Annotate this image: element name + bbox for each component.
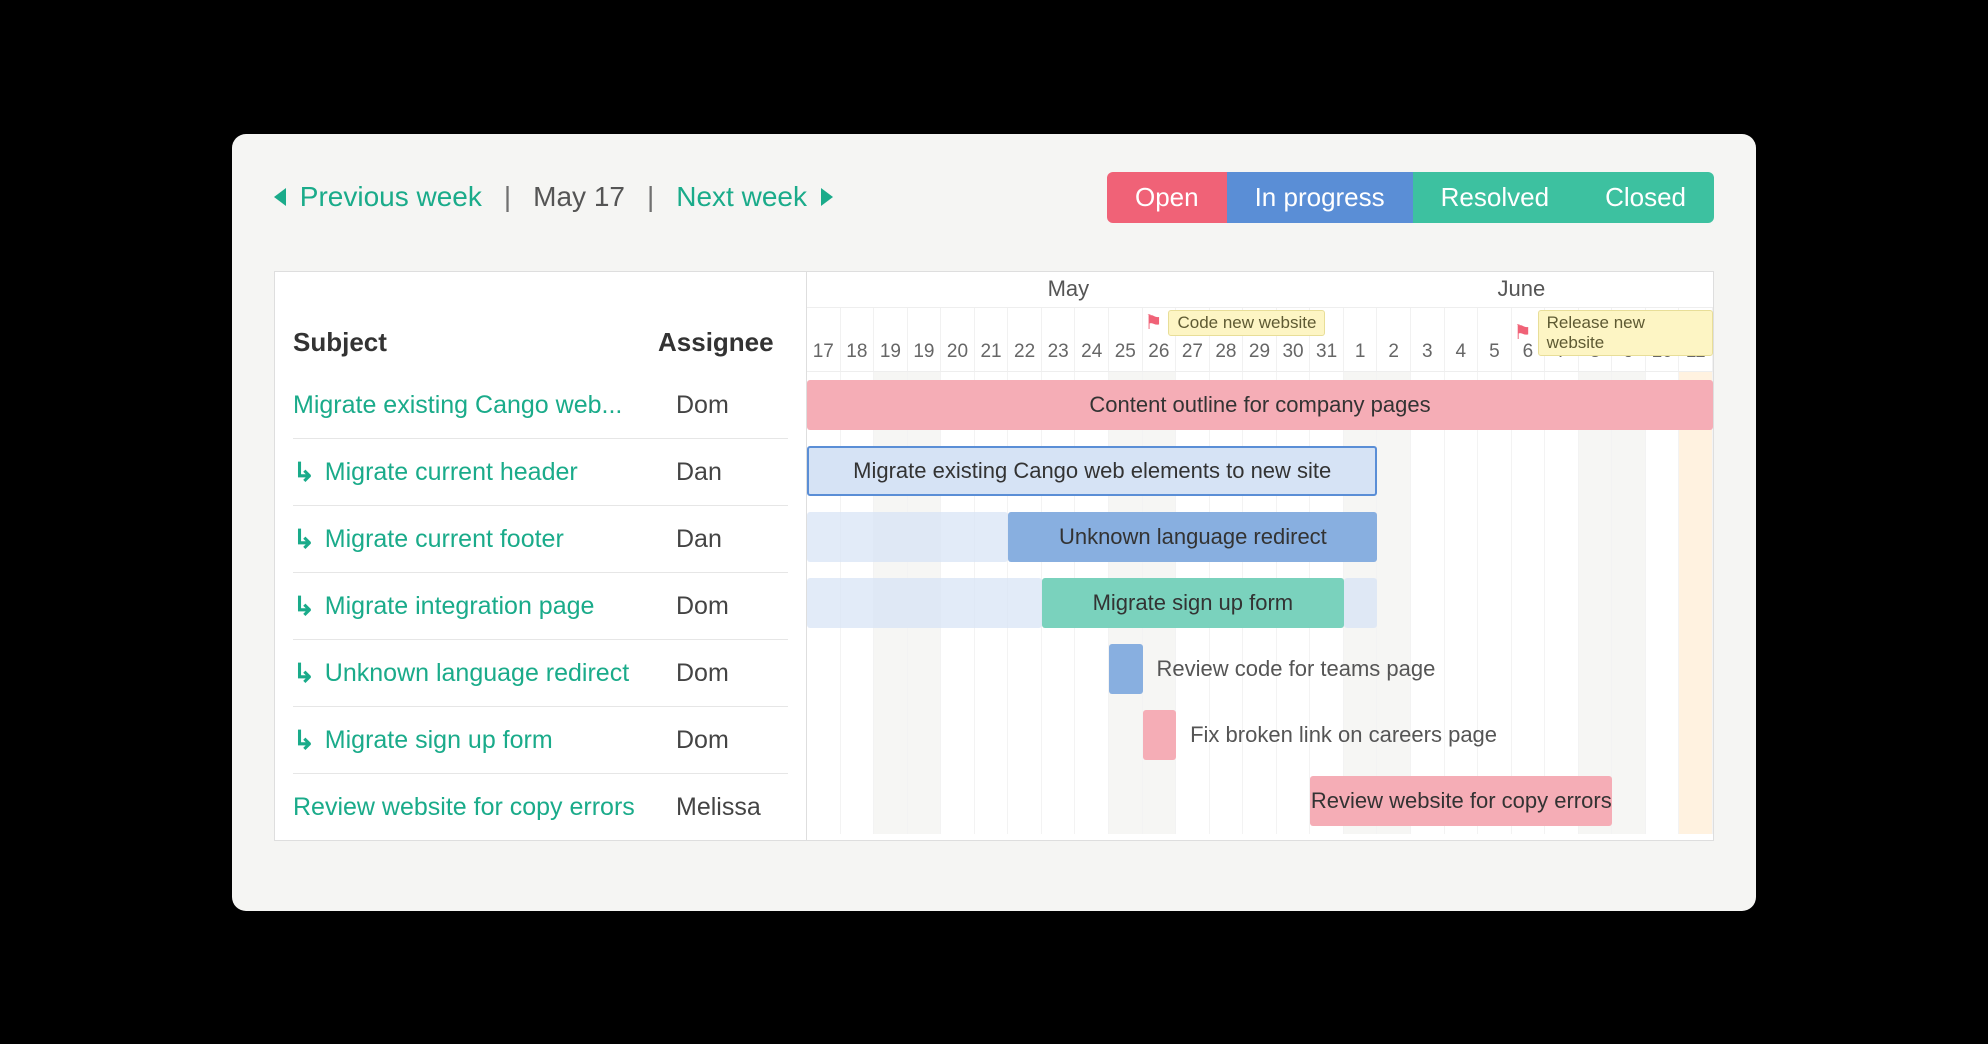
month-label: June [1330,276,1713,302]
timeline-body: Content outline for company pages Migrate… [807,372,1713,834]
task-assignee: Dan [676,458,806,487]
day-number: 4 [1445,308,1479,371]
toolbar: Previous week | May 17 | Next week Open … [274,172,1714,223]
task-assignee: Dom [676,391,806,420]
day-header: 1718191920212223242526272829303112345678… [807,308,1713,372]
flag-icon: ⚑ [1145,310,1163,335]
milestone-label: Code new website [1168,310,1325,336]
prev-week-label: Previous week [300,181,482,212]
gantt-bar[interactable]: Review website for copy errors [1310,776,1612,826]
day-number: 19 [874,308,908,371]
day-number: 5 [1478,308,1512,371]
status-closed[interactable]: Closed [1577,172,1714,223]
status-legend: Open In progress Resolved Closed [1107,172,1714,223]
status-in-progress[interactable]: In progress [1227,172,1413,223]
previous-week-button[interactable]: Previous week [274,181,482,213]
chevron-right-icon [821,188,833,206]
gantt-bar[interactable]: Migrate existing Cango web elements to n… [807,446,1377,496]
gantt-bar-label: Fix broken link on careers page [1190,722,1497,748]
task-row: Migrate existing Cango web...Dom [275,372,806,438]
milestone-flag[interactable]: ⚑Release new website [1514,310,1713,356]
task-row: Review website for copy errorsMelissa [275,774,806,840]
timeline-row: Migrate existing Cango web elements to n… [807,438,1713,504]
task-subject[interactable]: Review website for copy errors [275,793,676,822]
task-assignee: Dom [676,659,806,688]
task-row: Migrate current footerDan [275,506,806,572]
day-number: 24 [1075,308,1109,371]
gantt-bar[interactable]: Migrate sign up form [1042,578,1344,628]
task-row: Migrate integration pageDom [275,573,806,639]
timeline-row: Fix broken link on careers page [807,702,1713,768]
column-assignee: Assignee [658,327,788,358]
milestone-flag[interactable]: ⚑Code new website [1145,310,1326,336]
gantt-bar[interactable] [1344,578,1378,628]
task-subject[interactable]: Migrate sign up form [275,725,676,756]
gantt-bar[interactable] [807,512,1008,562]
day-number: 19 [908,308,942,371]
separator: | [647,181,654,213]
day-number: 25 [1109,308,1143,371]
task-list: Subject Assignee Migrate existing Cango … [275,272,807,840]
week-navigation: Previous week | May 17 | Next week [274,181,833,213]
timeline[interactable]: MayJune 17181919202122232425262728293031… [807,272,1713,840]
task-subject[interactable]: Unknown language redirect [275,658,676,689]
separator: | [504,181,511,213]
task-subject[interactable]: Migrate integration page [275,591,676,622]
flag-icon: ⚑ [1514,320,1532,345]
status-open[interactable]: Open [1107,172,1227,223]
gantt-bar-label: Review code for teams page [1157,656,1436,682]
timeline-row: Unknown language redirect [807,504,1713,570]
next-week-label: Next week [676,181,807,212]
task-assignee: Dan [676,525,806,554]
month-label: May [807,276,1330,302]
timeline-row: Review website for copy errors [807,768,1713,834]
milestone-label: Release new website [1538,310,1713,356]
day-number: 17 [807,308,841,371]
task-list-header: Subject Assignee [275,272,806,372]
day-number: 21 [975,308,1009,371]
task-assignee: Melissa [676,793,806,822]
gantt-bar[interactable]: Review code for teams page [1109,644,1143,694]
month-header: MayJune [807,272,1713,308]
gantt-bar[interactable] [807,578,1042,628]
day-number: 2 [1377,308,1411,371]
column-subject: Subject [293,327,658,358]
task-assignee: Dom [676,592,806,621]
day-number: 3 [1411,308,1445,371]
day-number: 1 [1344,308,1378,371]
task-subject[interactable]: Migrate existing Cango web... [275,391,676,420]
task-assignee: Dom [676,726,806,755]
timeline-row: Content outline for company pages [807,372,1713,438]
next-week-button[interactable]: Next week [676,181,833,213]
gantt-bar[interactable]: Unknown language redirect [1008,512,1377,562]
timeline-row: Migrate sign up form [807,570,1713,636]
gantt-bar[interactable]: Content outline for company pages [807,380,1713,430]
gantt-bar[interactable]: Fix broken link on careers page [1143,710,1177,760]
chevron-left-icon [274,188,286,206]
task-subject[interactable]: Migrate current footer [275,524,676,555]
status-resolved[interactable]: Resolved [1413,172,1577,223]
day-number: 18 [841,308,875,371]
task-subject[interactable]: Migrate current header [275,457,676,488]
gantt-panel: Previous week | May 17 | Next week Open … [232,134,1756,911]
day-number: 22 [1008,308,1042,371]
day-number: 23 [1042,308,1076,371]
timeline-row: Review code for teams page [807,636,1713,702]
task-row: Unknown language redirectDom [275,640,806,706]
gantt-chart: Subject Assignee Migrate existing Cango … [274,271,1714,841]
day-number: 20 [941,308,975,371]
task-row: Migrate current headerDan [275,439,806,505]
current-date: May 17 [533,181,625,213]
task-row: Migrate sign up formDom [275,707,806,773]
